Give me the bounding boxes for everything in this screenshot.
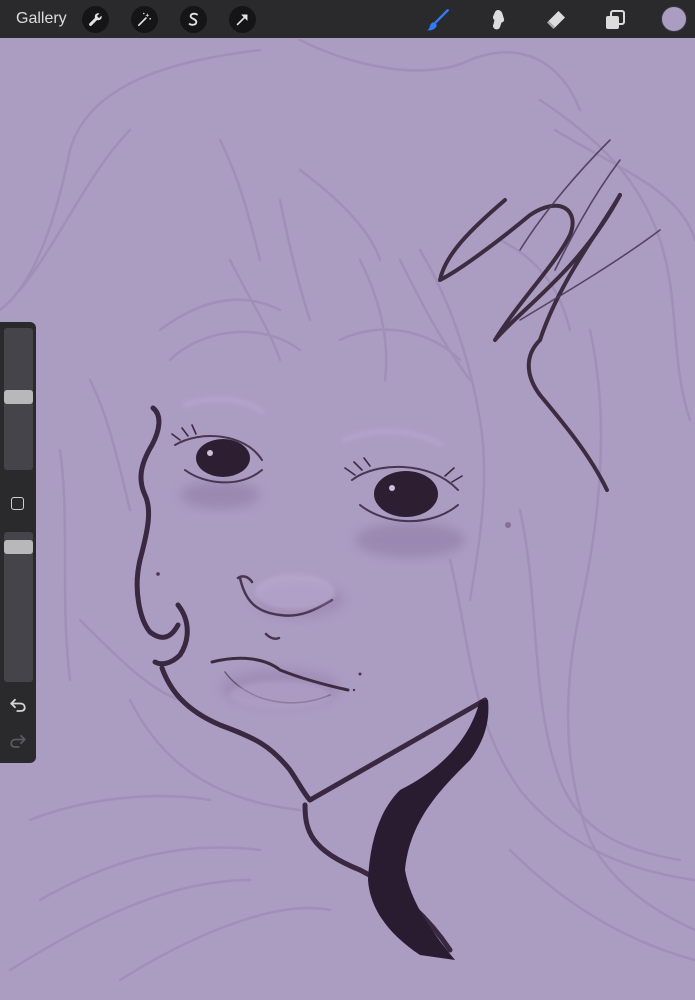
redo-button[interactable] xyxy=(8,732,28,750)
transform-arrow-icon xyxy=(236,14,248,26)
smudge-icon xyxy=(492,9,505,29)
opacity-slider-thumb[interactable] xyxy=(4,540,33,554)
brush-size-slider-thumb[interactable] xyxy=(4,390,33,404)
undo-button[interactable] xyxy=(8,696,28,714)
actions-button[interactable] xyxy=(82,6,109,33)
modify-button[interactable] xyxy=(11,497,24,510)
magic-wand-icon xyxy=(137,12,152,27)
top-toolbar: Gallery xyxy=(0,0,695,38)
selection-button[interactable] xyxy=(180,6,207,33)
adjustments-button[interactable] xyxy=(131,6,158,33)
layers-tool[interactable] xyxy=(601,6,629,33)
brush-icon xyxy=(427,8,449,30)
layers-icon xyxy=(606,9,625,29)
eraser-icon xyxy=(547,10,565,29)
brush-tool[interactable] xyxy=(424,6,452,33)
gallery-button[interactable]: Gallery xyxy=(16,9,67,29)
color-picker-button[interactable] xyxy=(662,7,686,31)
opacity-slider[interactable] xyxy=(4,532,33,682)
transform-button[interactable] xyxy=(229,6,256,33)
left-sidebar xyxy=(0,322,36,763)
drawing-canvas[interactable] xyxy=(0,0,695,1000)
sketch-artwork xyxy=(0,38,695,982)
smudge-tool[interactable] xyxy=(483,6,511,33)
eraser-tool[interactable] xyxy=(542,6,570,33)
undo-icon xyxy=(10,698,26,712)
wrench-icon xyxy=(89,13,102,26)
selection-s-icon xyxy=(188,12,198,26)
redo-icon xyxy=(10,734,26,748)
